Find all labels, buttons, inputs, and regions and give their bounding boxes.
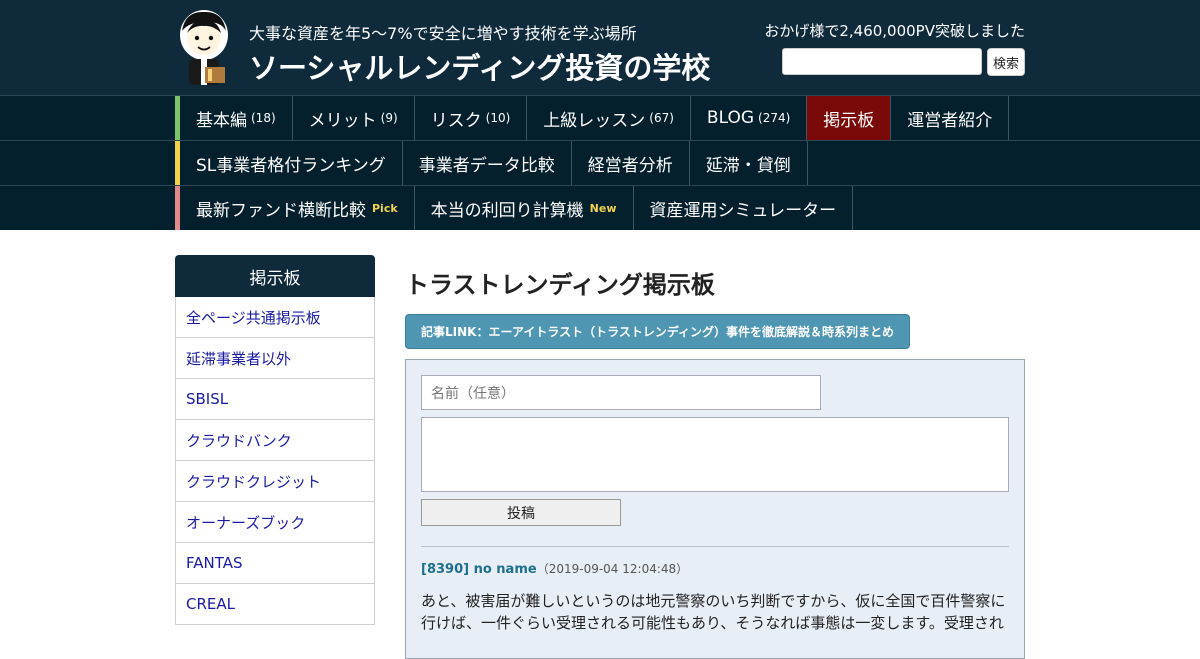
- nav-label: 事業者データ比較: [418, 155, 555, 176]
- name-field[interactable]: 名前（任意）: [421, 375, 821, 410]
- sidebar-item-ownersbook[interactable]: オーナーズブック: [175, 502, 375, 543]
- message-textarea[interactable]: [421, 417, 1009, 492]
- nav-count: (18): [251, 111, 276, 125]
- site-header: 大事な資産を年5～7%で安全に増やす技術を学ぶ場所 ソーシャルレンディング投資の…: [0, 0, 1200, 95]
- nav-label: 上級レッスン: [543, 110, 646, 131]
- search-button[interactable]: 検索: [987, 48, 1025, 76]
- post-meta: [8390] no name（2019-09-04 12:04:48）: [421, 560, 688, 577]
- article-link-button[interactable]: 記事LINK：エーアイトラスト（トラストレンディング）事件を徹底解説＆時系列まと…: [405, 314, 911, 349]
- nav-label: SL事業者格付ランキング: [196, 155, 386, 176]
- post-button[interactable]: 投稿: [421, 499, 621, 526]
- nav-item-merits[interactable]: メリット (9): [293, 96, 415, 140]
- sidebar-item-crowdcredit[interactable]: クラウドクレジット: [175, 461, 375, 502]
- sidebar-item-all-pages[interactable]: 全ページ共通掲示板: [175, 297, 375, 338]
- search-input[interactable]: [782, 48, 982, 75]
- sidebar-item-sbisl[interactable]: SBISL: [175, 379, 375, 420]
- nav-label: メリット: [308, 110, 377, 131]
- nav-label: 運営者紹介: [907, 110, 993, 131]
- nav-label: 延滞・貸倒: [705, 155, 791, 176]
- nav-item-simulator[interactable]: 資産運用シミュレーター: [634, 186, 854, 230]
- nav-item-data-compare[interactable]: 事業者データ比較: [403, 141, 572, 185]
- nav-label: BLOG: [706, 108, 755, 128]
- page-title: トラストレンディング掲示板: [405, 271, 715, 299]
- nav-item-default[interactable]: 延滞・貸倒: [690, 141, 808, 185]
- pv-notice: おかげ様で2,460,000PV突破しました: [764, 22, 1025, 40]
- nav-label: 基本編: [196, 110, 247, 131]
- nav-label: 掲示板: [823, 110, 875, 131]
- site-title[interactable]: ソーシャルレンディング投資の学校: [249, 45, 710, 87]
- board-panel: 名前（任意） 投稿 [8390] no name（2019-09-04 12:0…: [405, 359, 1025, 659]
- nav-label: 資産運用シミュレーター: [649, 200, 837, 221]
- mascot-avatar-icon[interactable]: [175, 7, 233, 87]
- sidebar-item-fantas[interactable]: FANTAS: [175, 543, 375, 584]
- sidebar-heading: 掲示板: [175, 255, 375, 297]
- nav-item-advanced[interactable]: 上級レッスン (67): [527, 96, 691, 140]
- post-date: （2019-09-04 12:04:48）: [536, 562, 689, 576]
- nav-item-risks[interactable]: リスク (10): [415, 96, 528, 140]
- nav-label: 本当の利回り計算機: [430, 200, 584, 221]
- nav-row-3: 最新ファンド横断比較 Pick 本当の利回り計算機 New 資産運用シミュレーター: [0, 185, 1200, 230]
- nav-item-yield-calc[interactable]: 本当の利回り計算機 New: [415, 186, 634, 230]
- nav-item-management[interactable]: 経営者分析: [572, 141, 690, 185]
- sidebar-item-non-delinquent[interactable]: 延滞事業者以外: [175, 338, 375, 379]
- header-inner: 大事な資産を年5～7%で安全に増やす技術を学ぶ場所 ソーシャルレンディング投資の…: [175, 0, 1025, 95]
- post-body: あと、被害届が難しいというのは地元警察のいち判断ですから、仮に全国で百件警察に行…: [421, 592, 1006, 632]
- nav-count: (10): [485, 111, 511, 125]
- nav-count: (9): [380, 111, 398, 125]
- sidebar: 掲示板 全ページ共通掲示板 延滞事業者以外 SBISL クラウドバンク クラウド…: [175, 255, 375, 625]
- nav-item-ranking[interactable]: SL事業者格付ランキング: [180, 141, 403, 185]
- nav-label: 最新ファンド横断比較: [196, 200, 366, 221]
- nav-count: (67): [649, 111, 674, 125]
- nav-item-basics[interactable]: 基本編 (18): [180, 96, 293, 140]
- nav-item-fund-compare[interactable]: 最新ファンド横断比較 Pick: [180, 186, 415, 230]
- nav-item-about[interactable]: 運営者紹介: [891, 96, 1010, 140]
- nav-item-blog[interactable]: BLOG (274): [691, 96, 808, 140]
- site-tagline: 大事な資産を年5～7%で安全に増やす技術を学ぶ場所: [249, 24, 637, 43]
- main-content: トラストレンディング掲示板 記事LINK：エーアイトラスト（トラストレンディング…: [405, 255, 1025, 659]
- nav-label: リスク: [430, 110, 482, 131]
- sidebar-item-creal[interactable]: CREAL: [175, 584, 375, 625]
- nav-tag: Pick: [372, 201, 398, 215]
- post-id-name[interactable]: [8390] no name: [421, 562, 537, 577]
- nav-label: 経営者分析: [587, 155, 673, 176]
- divider: [421, 546, 1009, 547]
- nav-tag: New: [589, 201, 617, 215]
- nav-row-2: SL事業者格付ランキング 事業者データ比較 経営者分析 延滞・貸倒: [0, 140, 1200, 185]
- nav-item-board[interactable]: 掲示板: [807, 96, 892, 140]
- nav-row-1: 基本編 (18) メリット (9) リスク (10) 上級レッスン (67) BLOG(…: [0, 95, 1200, 140]
- sidebar-item-crowdbank[interactable]: クラウドバンク: [175, 420, 375, 461]
- nav-count: (274): [758, 111, 791, 125]
